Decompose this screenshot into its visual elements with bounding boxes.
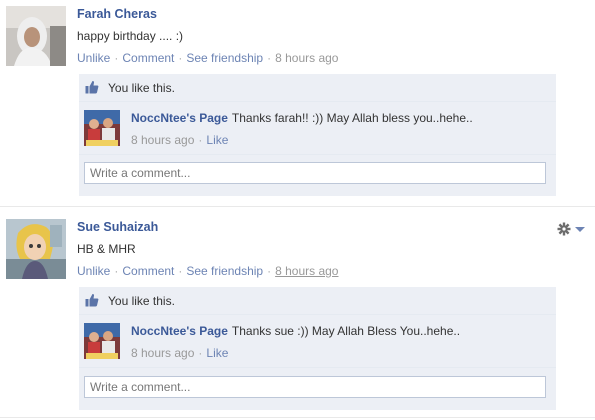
post-timestamp[interactable]: 8 hours ago <box>275 264 338 278</box>
comment-line: NoccNtee's Page Thanks farah!! :)) May Al… <box>131 111 473 125</box>
comment-like-link[interactable]: Like <box>206 346 228 360</box>
post-actions: Unlike · Comment · See friendship · 8 hours ag… <box>77 51 338 65</box>
comment-author[interactable]: NoccNtee's Page <box>131 324 228 338</box>
post-author[interactable]: Farah Cheras <box>77 7 157 21</box>
separator: · <box>178 264 183 278</box>
post-message: happy birthday .... :) <box>77 29 184 43</box>
avatar[interactable] <box>6 6 66 66</box>
comment-input[interactable] <box>84 376 546 398</box>
separator: · <box>267 51 272 65</box>
comment-avatar[interactable] <box>84 323 120 359</box>
see-friendship-link[interactable]: See friendship <box>186 264 263 278</box>
comment-item: NoccNtee's Page Thanks sue :)) May Allah … <box>79 315 556 368</box>
unlike-link[interactable]: Unlike <box>77 51 110 65</box>
likes-text: You like this. <box>108 294 175 308</box>
comment-meta: 8 hours ago · Like <box>131 133 228 147</box>
comment-author[interactable]: NoccNtee's Page <box>131 111 228 125</box>
separator: · <box>114 264 119 278</box>
comment-text: Thanks farah!! :)) May Allah bless you..… <box>231 111 473 125</box>
see-friendship-link[interactable]: See friendship <box>186 51 263 65</box>
likes-row: You like this. <box>79 74 556 102</box>
thumbs-up-icon <box>85 80 99 94</box>
comment-link[interactable]: Comment <box>122 51 174 65</box>
comment-line: NoccNtee's Page Thanks sue :)) May Allah … <box>131 324 460 338</box>
comment-input[interactable] <box>84 162 546 184</box>
comment-text: Thanks sue :)) May Allah Bless You..hehe… <box>231 324 461 338</box>
comment-link[interactable]: Comment <box>122 264 174 278</box>
comment-box: You like this. NoccNtee's Page Thanks sue… <box>79 287 556 410</box>
separator: · <box>198 346 203 360</box>
separator: · <box>178 51 183 65</box>
comment-timestamp[interactable]: 8 hours ago <box>131 346 194 360</box>
post-actions: Unlike · Comment · See friendship · 8 hours ag… <box>77 264 338 278</box>
avatar[interactable] <box>6 219 66 279</box>
post-author[interactable]: Sue Suhaizah <box>77 220 158 234</box>
comment-like-link[interactable]: Like <box>206 133 228 147</box>
comment-meta: 8 hours ago · Like <box>131 346 228 360</box>
story-divider <box>0 417 595 418</box>
comment-avatar[interactable] <box>84 110 120 146</box>
separator: · <box>198 133 203 147</box>
likes-row: You like this. <box>79 287 556 315</box>
comment-item: NoccNtee's Page Thanks farah!! :)) May Al… <box>79 102 556 155</box>
likes-text: You like this. <box>108 81 175 95</box>
separator: · <box>114 51 119 65</box>
post-timestamp[interactable]: 8 hours ago <box>275 51 338 65</box>
unlike-link[interactable]: Unlike <box>77 264 110 278</box>
gear-icon <box>556 222 590 240</box>
comment-box: You like this. NoccNtee's Page Thanks far… <box>79 74 556 196</box>
feed-story: Farah Cheras happy birthday .... :) Unli… <box>0 0 595 205</box>
story-options-button[interactable] <box>556 221 590 237</box>
post-message: HB & MHR <box>77 242 136 256</box>
feed-story: Sue Suhaizah HB & MHR Unlike · Comment · See… <box>0 207 595 420</box>
comment-timestamp[interactable]: 8 hours ago <box>131 133 194 147</box>
thumbs-up-icon <box>85 293 99 307</box>
separator: · <box>267 264 272 278</box>
